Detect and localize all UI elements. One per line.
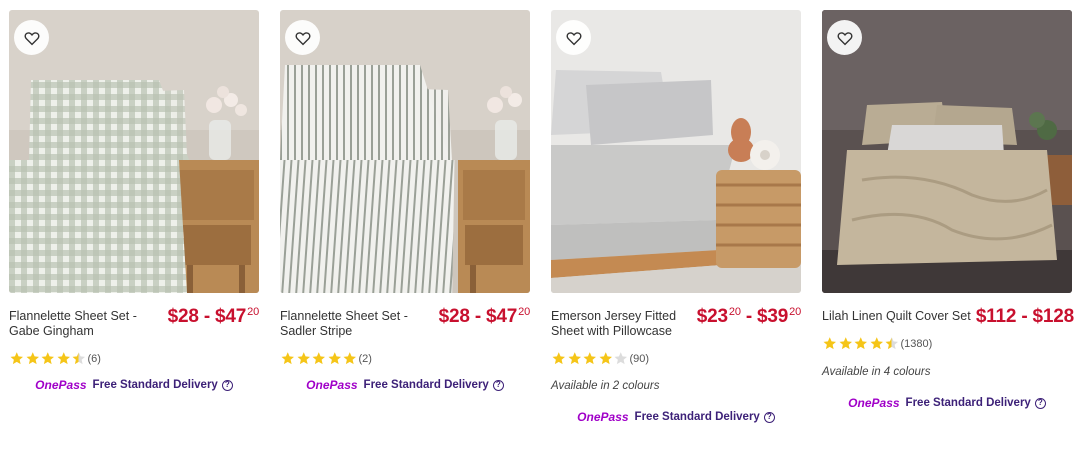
favourite-button[interactable] bbox=[556, 20, 591, 55]
star-icon bbox=[583, 352, 596, 365]
rating[interactable]: (2) bbox=[280, 351, 372, 366]
favourite-button[interactable] bbox=[14, 20, 49, 55]
star-icon bbox=[839, 337, 852, 350]
star-icon bbox=[599, 352, 612, 365]
star-icon bbox=[72, 352, 85, 365]
onepass-logo: OnePass bbox=[306, 378, 358, 392]
colour-availability: Available in 2 colours bbox=[551, 380, 660, 392]
onepass-logo: OnePass bbox=[848, 396, 900, 410]
review-count: (1380) bbox=[900, 337, 933, 350]
rating[interactable]: (1380) bbox=[822, 336, 932, 351]
product-price: $28 - $4720 bbox=[438, 306, 531, 327]
product-title[interactable]: Flannelette Sheet Set - Sadler Stripe bbox=[280, 309, 420, 339]
star-icon bbox=[281, 352, 294, 365]
star-icon bbox=[328, 352, 341, 365]
question-circle-icon[interactable]: ? bbox=[1034, 397, 1046, 409]
striped-sheet-bedroom-photo bbox=[280, 10, 530, 293]
product-price: $28 - $4720 bbox=[167, 306, 260, 327]
onepass-delivery: OnePass Free Standard Delivery ? bbox=[551, 410, 801, 424]
favourite-button[interactable] bbox=[285, 20, 320, 55]
product-title[interactable]: Emerson Jersey Fitted Sheet with Pillowc… bbox=[551, 309, 681, 339]
onepass-logo: OnePass bbox=[35, 378, 87, 392]
delivery-text: Free Standard Delivery bbox=[634, 411, 760, 423]
star-rating bbox=[551, 351, 629, 366]
onepass-delivery: OnePass Free Standard Delivery ? bbox=[822, 396, 1072, 410]
product-price: $2320 - $3920 bbox=[696, 306, 801, 327]
favourite-button[interactable] bbox=[827, 20, 862, 55]
star-icon bbox=[26, 352, 39, 365]
delivery-text: Free Standard Delivery bbox=[363, 379, 489, 391]
onepass-logo: OnePass bbox=[577, 410, 629, 424]
star-icon bbox=[297, 352, 310, 365]
star-icon bbox=[57, 352, 70, 365]
product-title[interactable]: Flannelette Sheet Set - Gabe Gingham bbox=[9, 309, 149, 339]
linen-quilt-bedroom-photo bbox=[822, 10, 1072, 293]
heart-outline-icon bbox=[295, 31, 310, 45]
heart-outline-icon bbox=[24, 31, 39, 45]
star-icon bbox=[312, 352, 325, 365]
grey-jersey-sheet-bedroom-photo bbox=[551, 10, 801, 293]
star-icon bbox=[885, 337, 898, 350]
star-icon bbox=[854, 337, 867, 350]
star-icon bbox=[552, 352, 565, 365]
delivery-text: Free Standard Delivery bbox=[92, 379, 218, 391]
heart-outline-icon bbox=[837, 31, 852, 45]
onepass-delivery: OnePass Free Standard Delivery ? bbox=[280, 378, 530, 392]
onepass-delivery: OnePass Free Standard Delivery ? bbox=[9, 378, 259, 392]
star-icon bbox=[823, 337, 836, 350]
star-rating bbox=[822, 336, 900, 351]
star-icon bbox=[614, 352, 627, 365]
product-price: $112 - $128 bbox=[975, 306, 1074, 327]
star-rating bbox=[280, 351, 358, 366]
product-grid: Flannelette Sheet Set - Gabe Gingham $28… bbox=[0, 0, 1080, 454]
product-image[interactable] bbox=[280, 10, 530, 293]
star-rating bbox=[9, 351, 87, 366]
star-icon bbox=[870, 337, 883, 350]
review-count: (90) bbox=[629, 352, 650, 365]
star-icon bbox=[10, 352, 23, 365]
gingham-sheet-bedroom-photo bbox=[9, 10, 259, 293]
heart-outline-icon bbox=[566, 31, 581, 45]
colour-availability: Available in 4 colours bbox=[822, 366, 931, 378]
rating[interactable]: (6) bbox=[9, 351, 101, 366]
question-circle-icon[interactable]: ? bbox=[763, 411, 775, 423]
question-circle-icon[interactable]: ? bbox=[221, 379, 233, 391]
product-image[interactable] bbox=[9, 10, 259, 293]
review-count: (6) bbox=[87, 352, 101, 365]
product-image[interactable] bbox=[822, 10, 1072, 293]
product-image[interactable] bbox=[551, 10, 801, 293]
rating[interactable]: (90) bbox=[551, 351, 649, 366]
question-circle-icon[interactable]: ? bbox=[492, 379, 504, 391]
star-icon bbox=[568, 352, 581, 365]
delivery-text: Free Standard Delivery bbox=[905, 397, 1031, 409]
star-icon bbox=[41, 352, 54, 365]
product-title[interactable]: Lilah Linen Quilt Cover Set bbox=[822, 309, 972, 324]
review-count: (2) bbox=[358, 352, 372, 365]
star-icon bbox=[343, 352, 356, 365]
